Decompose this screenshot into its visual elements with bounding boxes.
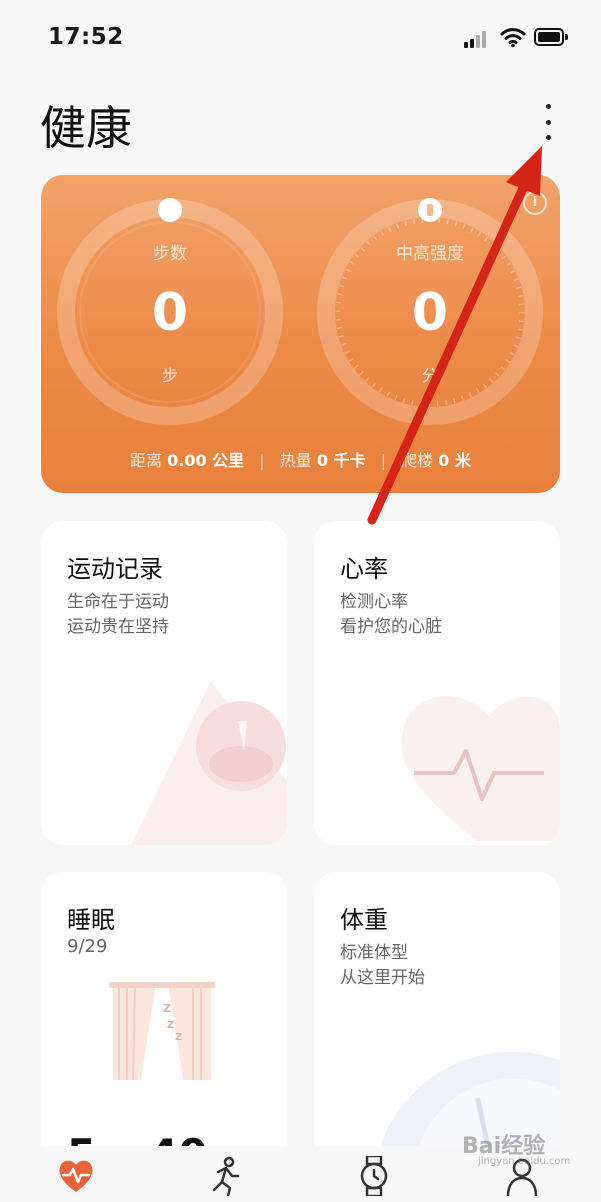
page-title: 健康 (40, 101, 132, 155)
running-icon[interactable] (204, 1156, 244, 1196)
watermark-url: jingyan.baidu.com (478, 1156, 571, 1167)
calories-label: 热量 (279, 451, 312, 470)
svg-text:Z: Z (163, 1002, 171, 1015)
sleep-card[interactable]: 睡眠 9/29 Z Z Z 5 40 (41, 872, 287, 1172)
heart-rate-card-title: 心率 (340, 555, 388, 583)
sleep-card-date: 9/29 (67, 936, 108, 957)
weight-card-title: 体重 (340, 906, 388, 934)
more-menu-button[interactable] (530, 100, 566, 144)
intensity-unit: 分 (421, 366, 438, 385)
heart-pulse-icon[interactable] (56, 1156, 96, 1196)
cellular-signal-icon (464, 30, 492, 48)
exercise-card-line2: 运动贵在坚持 (67, 617, 169, 637)
intensity-label: 中高强度 (396, 244, 464, 264)
weight-card-line1: 标准体型 (340, 943, 408, 963)
exercise-record-card[interactable]: 运动记录 生命在于运动 运动贵在坚持 (41, 521, 287, 845)
more-vertical-icon (545, 104, 551, 109)
intensity-value: 0 (411, 283, 449, 343)
steps-value: 0 (151, 283, 189, 343)
stopwatch-illustration-icon (131, 681, 287, 845)
weight-card-line2: 从这里开始 (340, 968, 425, 988)
heart-rate-card-line2: 看护您的心脏 (340, 617, 442, 637)
status-time: 17:52 (48, 24, 124, 50)
svg-text:Z: Z (167, 1020, 174, 1031)
steps-label: 步数 (153, 244, 187, 264)
heart-rate-card-line1: 检测心率 (340, 592, 408, 612)
curtain-illustration-icon: Z Z Z (109, 982, 215, 1080)
status-bar: 17:52 (0, 0, 601, 80)
watch-icon[interactable] (354, 1156, 394, 1196)
distance-value: 0.00 公里 (167, 451, 245, 470)
heart-illustration-icon (401, 696, 560, 841)
floors-label: 爬楼 (401, 451, 434, 470)
exercise-card-title: 运动记录 (67, 555, 163, 583)
wifi-icon (500, 28, 526, 48)
svg-text:Z: Z (175, 1032, 182, 1043)
steps-unit: 步 (161, 366, 178, 385)
weight-card[interactable]: 体重 标准体型 从这里开始 (314, 872, 560, 1172)
exercise-card-line1: 生命在于运动 (67, 592, 169, 612)
activity-summary-card[interactable]: 步数 0 步 中高强度 0 分 i 距离 0.00 公里 | 热量 0 千卡 |… (41, 175, 560, 493)
activity-metrics: 距离 0.00 公里 | 热量 0 千卡 | 爬楼 0 米 (130, 451, 471, 470)
battery-icon (534, 28, 568, 46)
steps-progress-knob (158, 198, 182, 222)
floors-value: 0 米 (438, 451, 471, 470)
distance-label: 距离 (130, 451, 163, 470)
info-icon[interactable]: i (523, 191, 547, 215)
sleep-card-title: 睡眠 (67, 906, 115, 934)
calories-value: 0 千卡 (316, 451, 366, 470)
heart-rate-card[interactable]: 心率 检测心率 看护您的心脏 (314, 521, 560, 845)
